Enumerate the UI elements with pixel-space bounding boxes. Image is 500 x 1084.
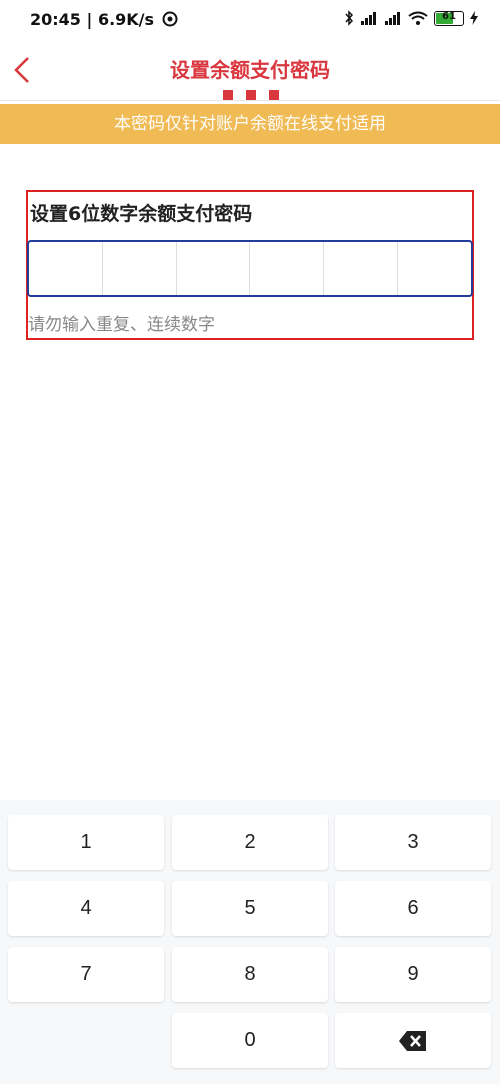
indicator-dot [223, 90, 233, 100]
password-hint: 请勿输入重复、连续数字 [28, 315, 215, 335]
data-saver-icon [162, 11, 178, 27]
indicator-dot [269, 90, 279, 100]
key-8[interactable]: 8 [172, 947, 328, 1002]
charging-icon [470, 11, 478, 25]
page-indicator [223, 90, 279, 100]
key-1[interactable]: 1 [8, 815, 164, 870]
battery-icon: 61 [434, 10, 464, 26]
nav-header: 设置余额支付密码 [0, 40, 500, 101]
key-5[interactable]: 5 [172, 881, 328, 936]
password-digit-cell[interactable] [103, 242, 177, 295]
backspace-icon [399, 1031, 426, 1051]
battery-level: 61 [442, 10, 456, 22]
status-right: 61 [344, 10, 478, 26]
password-label: 设置6位数字余额支付密码 [30, 203, 253, 225]
key-2[interactable]: 2 [172, 815, 328, 870]
wifi-icon [408, 11, 428, 25]
status-left: 20:45 | 6.9K/s [30, 10, 178, 29]
signal-icon-1 [361, 12, 376, 25]
password-digit-cell[interactable] [29, 242, 103, 295]
key-7[interactable]: 7 [8, 947, 164, 1002]
password-digit-cell[interactable] [250, 242, 325, 295]
key-0[interactable]: 0 [172, 1013, 328, 1068]
bluetooth-icon [345, 10, 354, 26]
password-digit-cell[interactable] [177, 242, 251, 295]
key-3[interactable]: 3 [335, 815, 491, 870]
network-speed: 6.9K/s [97, 10, 155, 29]
signal-icon-2 [385, 12, 400, 25]
notice-banner: 本密码仅针对账户余额在线支付适用 [0, 104, 500, 144]
key-4[interactable]: 4 [8, 881, 164, 936]
status-bar: 20:45 | 6.9K/s 61 [0, 0, 500, 40]
password-digit-cell[interactable] [324, 242, 399, 295]
indicator-dot [246, 90, 256, 100]
status-time: 20:45 [30, 10, 81, 29]
key-6[interactable]: 6 [335, 881, 491, 936]
key-9[interactable]: 9 [335, 947, 491, 1002]
password-input[interactable] [27, 240, 473, 297]
page-title: 设置余额支付密码 [170, 58, 330, 82]
password-digit-cell[interactable] [398, 242, 471, 295]
